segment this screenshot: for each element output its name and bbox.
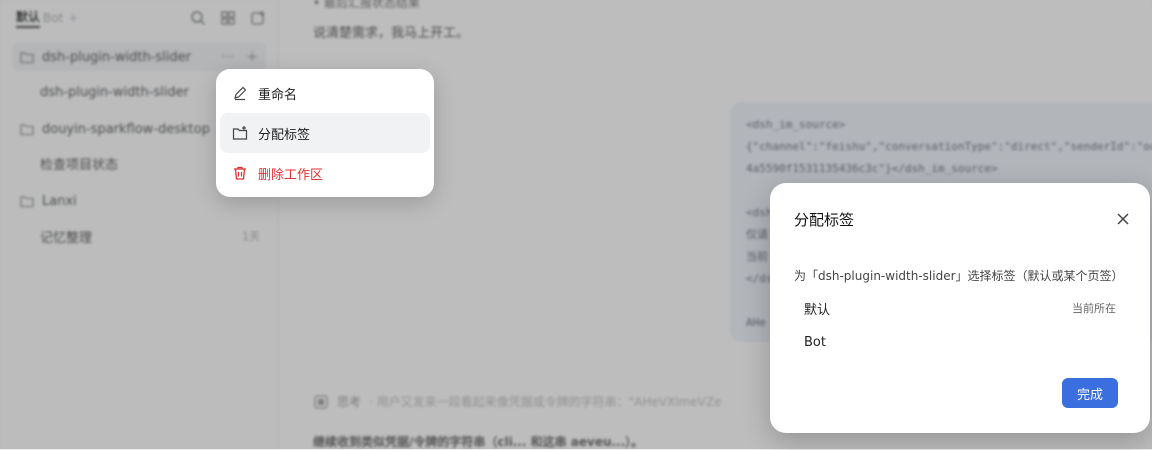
menu-item-rename[interactable]: 重命名 — [220, 73, 430, 113]
option-label: Bot — [804, 334, 826, 350]
pencil-icon — [232, 85, 248, 101]
menu-item-label: 删除工作区 — [258, 167, 324, 183]
assign-tag-dialog: 分配标签 为「dsh-plugin-width-slider」选择标签（默认或某… — [770, 183, 1150, 433]
menu-item-assign-tag[interactable]: 分配标签 — [220, 113, 430, 153]
tag-option-default[interactable]: 默认 当前所在 — [794, 291, 1126, 325]
menu-item-delete-workspace[interactable]: 删除工作区 — [220, 153, 430, 193]
current-location-note: 当前所在 — [1072, 302, 1116, 315]
context-menu: 重命名 分配标签 删除工作区 — [216, 69, 434, 197]
dialog-title: 分配标签 — [794, 211, 855, 229]
tag-add-icon — [232, 125, 248, 141]
close-icon[interactable] — [1116, 211, 1130, 225]
done-button[interactable]: 完成 — [1062, 378, 1118, 408]
menu-item-label: 分配标签 — [258, 127, 311, 143]
tag-option-bot[interactable]: Bot — [794, 325, 1126, 359]
menu-item-label: 重命名 — [258, 87, 298, 103]
trash-icon — [232, 165, 248, 181]
option-label: 默认 — [804, 302, 831, 318]
dialog-description: 为「dsh-plugin-width-slider」选择标签（默认或某个页签） — [794, 269, 1124, 283]
